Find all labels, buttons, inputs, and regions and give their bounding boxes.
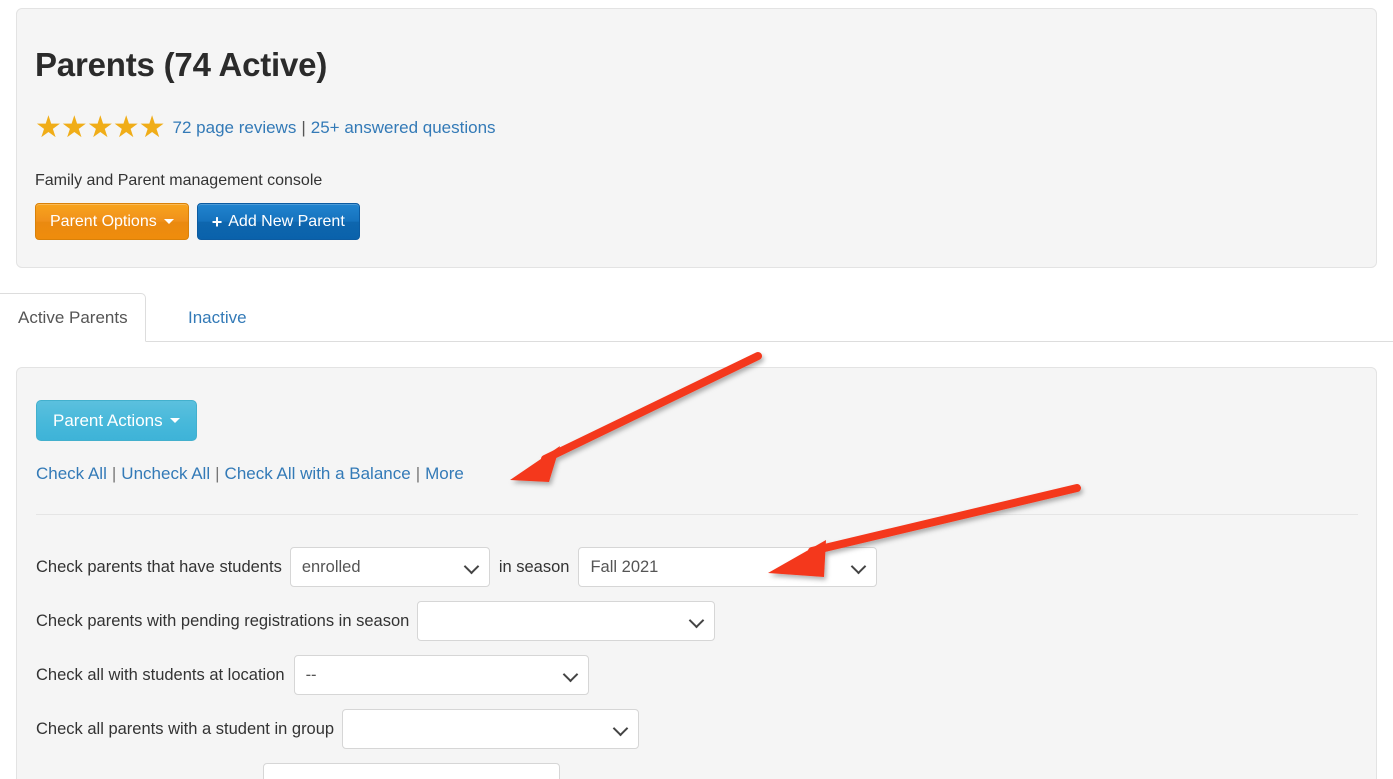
add-new-parent-button[interactable]: + Add New Parent <box>196 203 360 240</box>
filter-row-group: Check all parents with a student in grou… <box>36 709 640 749</box>
page-header-panel: Parents (74 Active) ★ ★ ★ ★ ★ 72 page review… <box>16 8 1377 268</box>
link-separator: | <box>415 464 421 483</box>
location-select-value: -- <box>305 665 317 684</box>
divider <box>36 514 1358 515</box>
star-icon: ★ <box>60 111 88 144</box>
location-select[interactable]: -- <box>293 655 589 695</box>
filter-row-pending-registrations: Check parents with pending registrations… <box>36 601 716 641</box>
filter-label-group: Check all parents with a student in grou… <box>36 719 335 738</box>
link-separator: | <box>301 118 306 137</box>
star-rating-icon: ★ ★ ★ ★ ★ <box>35 111 166 144</box>
parents-content-panel: Parent Actions Check All | Uncheck All | Che… <box>16 367 1377 779</box>
parent-actions-button[interactable]: Parent Actions <box>36 400 197 441</box>
check-all-with-balance-link[interactable]: Check All with a Balance <box>225 464 411 483</box>
tab-inactive-label: Inactive <box>188 307 247 327</box>
parent-options-button[interactable]: Parent Options <box>35 203 189 240</box>
parents-management-page: Parents (74 Active) ★ ★ ★ ★ ★ 72 page review… <box>0 0 1393 779</box>
link-separator: | <box>111 464 117 483</box>
filter-row-enrolled-season: Check parents that have students enrolle… <box>36 547 878 587</box>
add-new-parent-label: Add New Parent <box>228 212 345 230</box>
tab-active-parents-label: Active Parents <box>18 307 128 327</box>
star-icon: ★ <box>112 111 140 144</box>
page-subtitle: Family and Parent management console <box>35 172 323 189</box>
uncheck-all-link[interactable]: Uncheck All <box>121 464 210 483</box>
chevron-down-icon <box>163 219 174 224</box>
filter-row-location: Check all with students at location -- <box>36 655 589 695</box>
enrollment-status-select[interactable]: enrolled <box>289 547 490 587</box>
plus-icon: + <box>211 211 223 232</box>
partial-select[interactable] <box>263 763 560 779</box>
pending-season-select[interactable] <box>417 601 716 641</box>
enrollment-status-value: enrolled <box>301 557 361 576</box>
page-reviews-link[interactable]: 72 page reviews <box>173 118 297 138</box>
answered-questions-link[interactable]: 25+ answered questions <box>311 118 496 138</box>
star-icon: ★ <box>86 111 114 144</box>
star-icon: ★ <box>35 111 62 144</box>
parent-actions-label: Parent Actions <box>53 410 163 430</box>
season-select[interactable]: Fall 2021 <box>578 547 878 587</box>
check-all-link[interactable]: Check All <box>36 464 107 483</box>
season-select-value: Fall 2021 <box>590 557 659 576</box>
parent-options-label: Parent Options <box>50 212 157 230</box>
page-title: Parents (74 Active) <box>35 46 328 83</box>
star-icon: ★ <box>138 111 166 144</box>
tab-active-parents[interactable]: Active Parents <box>0 293 146 342</box>
filter-label-pending: Check parents with pending registrations… <box>36 611 410 630</box>
chevron-down-icon <box>169 418 180 423</box>
rating-row: ★ ★ ★ ★ ★ 72 page reviews | 25+ answered que… <box>35 113 496 143</box>
filter-label-in-season: in season <box>498 557 570 576</box>
group-select[interactable] <box>342 709 640 749</box>
bulk-check-links: Check All | Uncheck All | Check All with a B… <box>36 464 464 484</box>
tab-inactive[interactable]: Inactive <box>170 293 265 342</box>
header-button-row: Parent Options + Add New Parent <box>35 203 360 240</box>
link-separator: | <box>215 464 220 483</box>
filter-label-location: Check all with students at location <box>36 665 285 684</box>
tab-bar: Active Parents Inactive <box>0 293 1393 342</box>
filter-row-partial <box>263 763 560 779</box>
filter-label-students: Check parents that have students <box>36 557 282 576</box>
more-link[interactable]: More <box>425 464 464 483</box>
